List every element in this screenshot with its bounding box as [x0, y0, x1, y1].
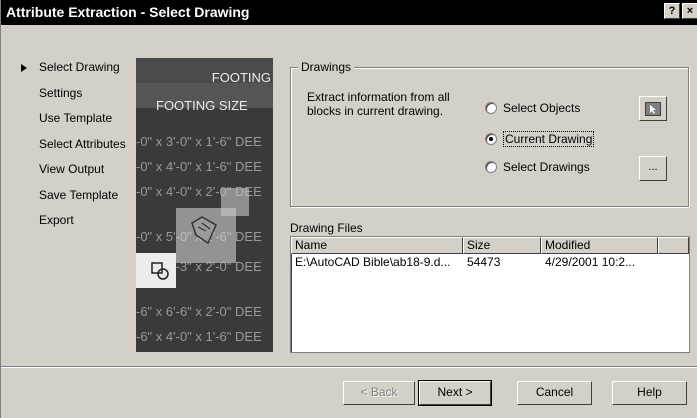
step-use-template: Use Template — [39, 111, 113, 125]
highlight-square — [221, 188, 249, 216]
radio-button-icon[interactable] — [485, 133, 497, 145]
step-view-output: View Output — [39, 162, 105, 176]
radio-current-drawing[interactable]: Current Drawing — [485, 131, 595, 147]
next-button[interactable]: Next > — [418, 380, 492, 406]
illustration-row: -0" x 4'-0" x 1'-6" DEE — [136, 159, 262, 174]
file-modified: 4/29/2001 10:2... — [545, 255, 636, 269]
wizard-illustration: FOOTING FOOTING SIZE -0" x 3'-0" x 1'-6"… — [136, 58, 273, 352]
drawings-group-label: Drawings — [298, 60, 355, 74]
close-button[interactable]: × — [682, 3, 697, 19]
title-bar[interactable]: Attribute Extraction - Select Drawing ? … — [1, 0, 697, 25]
pick-objects-icon — [645, 102, 661, 116]
step-select-drawing: Select Drawing — [21, 60, 136, 86]
file-name: E:\AutoCAD Bible\ab18-9.d... — [295, 255, 451, 269]
drawing-files-list[interactable]: Name Size Modified E:\AutoCAD Bible\ab18… — [290, 236, 690, 353]
illustration-header: FOOTING — [211, 70, 271, 85]
radio-select-objects[interactable]: Select Objects — [485, 101, 580, 115]
current-step-arrow-icon — [21, 64, 27, 72]
radio-button-icon[interactable] — [485, 102, 497, 114]
help-button[interactable]: ? — [664, 3, 680, 19]
illustration-row: -0" x 3'-0" x 1'-6" DEE — [136, 134, 262, 149]
drawing-files-label: Drawing Files — [290, 221, 363, 235]
help-footer-button[interactable]: Help — [612, 381, 687, 405]
step-save-template: Save Template — [39, 187, 119, 202]
attribute-extract-icon — [191, 216, 217, 245]
illustration-subheader: FOOTING SIZE — [156, 98, 248, 113]
radio-button-icon[interactable] — [485, 161, 497, 173]
footer-separator — [1, 366, 697, 368]
step-export: Export — [39, 213, 74, 227]
back-button[interactable]: < Back — [343, 381, 415, 405]
step-settings: Settings — [39, 85, 83, 100]
attribute-extraction-dialog: Attribute Extraction - Select Drawing ? … — [0, 0, 697, 418]
column-header-modified[interactable]: Modified — [541, 237, 658, 254]
pick-objects-button[interactable] — [639, 96, 667, 121]
block-icon — [151, 262, 169, 280]
radio-select-drawings[interactable]: Select Drawings — [485, 160, 590, 174]
list-item[interactable]: E:\AutoCAD Bible\ab18-9.d... 54473 4/29/… — [291, 254, 689, 270]
column-header-empty — [658, 237, 689, 254]
file-size: 54473 — [467, 255, 501, 269]
column-header-size[interactable]: Size — [463, 237, 541, 254]
drawings-description: Extract information from all blocks in c… — [307, 90, 450, 118]
wizard-steps: Select Drawing Settings Use Template Sel… — [21, 60, 136, 239]
browse-drawings-button[interactable]: ... — [639, 156, 667, 181]
cancel-button[interactable]: Cancel — [517, 381, 592, 405]
column-header-name[interactable]: Name — [291, 237, 463, 254]
illustration-row: -6" x 6'-6" x 2'-0" DEE — [136, 304, 262, 319]
illustration-row: -0" x 4'-0" x 2'-0" DEE — [136, 184, 262, 199]
list-header: Name Size Modified — [291, 237, 689, 254]
step-select-attributes: Select Attributes — [39, 136, 126, 151]
window-title: Attribute Extraction - Select Drawing — [6, 4, 250, 20]
illustration-row: -6" x 4'-0" x 1'-6" DEE — [136, 329, 262, 344]
